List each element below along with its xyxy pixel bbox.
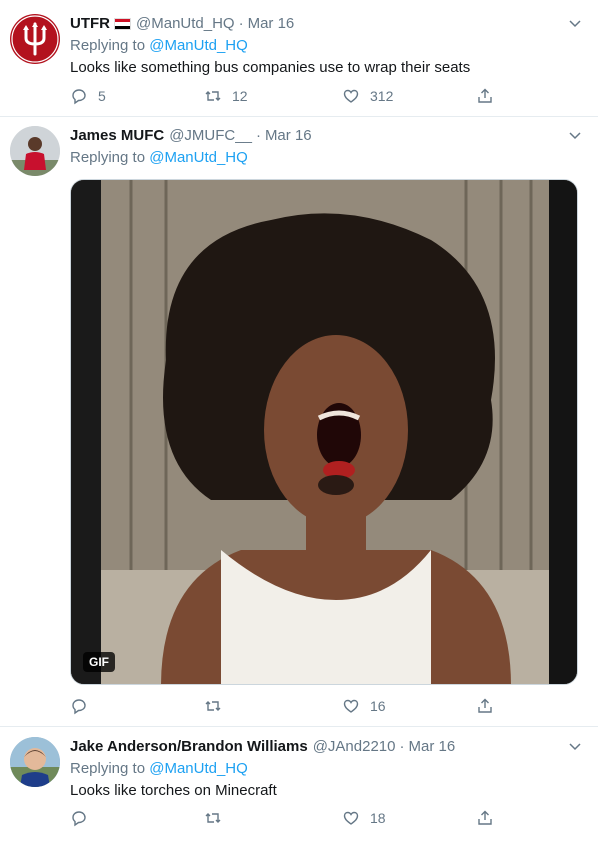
reply-button[interactable] xyxy=(70,696,98,716)
tweet-actions: 18 xyxy=(70,808,510,828)
replying-to-link[interactable]: @ManUtd_HQ xyxy=(149,760,248,777)
display-name[interactable]: UTFR xyxy=(70,14,110,34)
replying-to: Replying to @ManUtd_HQ xyxy=(70,36,578,56)
tweet-actions: 5 12 312 xyxy=(70,86,510,106)
chevron-down-icon[interactable] xyxy=(568,739,582,753)
share-icon xyxy=(478,698,492,713)
share-icon xyxy=(478,810,492,825)
egypt-flag-icon xyxy=(114,18,131,30)
separator-dot: · xyxy=(399,738,405,755)
share-button[interactable] xyxy=(476,86,494,106)
reply-icon xyxy=(72,811,86,827)
reply-count: 5 xyxy=(98,88,106,104)
retweet-button[interactable] xyxy=(204,696,232,716)
retweet-icon xyxy=(205,813,221,823)
gif-media[interactable]: GIF xyxy=(70,179,578,685)
chevron-down-icon[interactable] xyxy=(568,128,582,142)
like-button[interactable]: 16 xyxy=(342,696,386,716)
retweet-icon xyxy=(205,91,221,101)
user-photo xyxy=(10,737,60,787)
timestamp[interactable]: Mar 16 xyxy=(265,126,312,146)
tweet-actions: 16 xyxy=(70,696,510,716)
replying-to: Replying to @ManUtd_HQ xyxy=(70,148,578,168)
display-name[interactable]: James MUFC xyxy=(70,126,164,146)
chevron-down-icon[interactable] xyxy=(568,16,582,30)
heart-icon xyxy=(343,89,359,103)
heart-icon xyxy=(343,699,359,713)
reply-icon xyxy=(72,89,86,105)
replying-prefix: Replying to xyxy=(70,37,146,54)
tweet-header: UTFR @ManUtd_HQ · Mar 16 xyxy=(70,14,578,34)
like-button[interactable]: 312 xyxy=(342,86,393,106)
reaction-gif-image xyxy=(71,180,577,684)
retweet-icon xyxy=(205,701,221,711)
avatar[interactable] xyxy=(10,14,60,64)
like-count: 312 xyxy=(370,88,394,104)
tweet-utfr[interactable]: UTFR @ManUtd_HQ · Mar 16 Replying to @Ma… xyxy=(0,0,598,117)
share-button[interactable] xyxy=(476,696,494,716)
replying-to-link[interactable]: @ManUtd_HQ xyxy=(149,37,248,54)
reply-icon xyxy=(72,699,86,715)
replying-to: Replying to @ManUtd_HQ xyxy=(70,759,578,779)
avatar[interactable] xyxy=(10,737,60,787)
avatar[interactable] xyxy=(10,126,60,176)
heart-icon xyxy=(343,811,359,825)
trident-logo-icon xyxy=(11,15,59,63)
tweet-james-mufc[interactable]: James MUFC @JMUFC__ · Mar 16 Replying to… xyxy=(0,117,598,727)
timestamp[interactable]: Mar 16 xyxy=(248,14,295,34)
timestamp[interactable]: Mar 16 xyxy=(409,737,456,757)
tweet-jake-anderson[interactable]: Jake Anderson/Brandon Williams @JAnd2210… xyxy=(0,727,598,841)
separator-dot: · xyxy=(238,15,244,32)
reply-button[interactable] xyxy=(70,808,98,828)
tweet-header: James MUFC @JMUFC__ · Mar 16 xyxy=(70,126,578,146)
retweet-button[interactable]: 12 xyxy=(204,86,248,106)
reply-button[interactable]: 5 xyxy=(70,86,106,106)
tweet-header: Jake Anderson/Brandon Williams @JAnd2210… xyxy=(70,737,578,757)
retweet-count: 12 xyxy=(232,88,248,104)
retweet-button[interactable] xyxy=(204,808,232,828)
replying-prefix: Replying to xyxy=(70,149,146,166)
separator-dot: · xyxy=(255,127,261,144)
share-button[interactable] xyxy=(476,808,494,828)
replying-prefix: Replying to xyxy=(70,760,146,777)
replying-to-link[interactable]: @ManUtd_HQ xyxy=(149,149,248,166)
tweet-text: Looks like something bus companies use t… xyxy=(70,59,471,76)
share-icon xyxy=(478,88,492,103)
username[interactable]: @JAnd2210 xyxy=(313,737,396,757)
user-photo xyxy=(10,126,60,176)
like-button[interactable]: 18 xyxy=(342,808,386,828)
like-count: 18 xyxy=(370,810,386,826)
like-count: 16 xyxy=(370,698,386,714)
username[interactable]: @JMUFC__ xyxy=(169,126,252,146)
username[interactable]: @ManUtd_HQ xyxy=(136,14,235,34)
gif-badge: GIF xyxy=(83,652,115,672)
display-name[interactable]: Jake Anderson/Brandon Williams xyxy=(70,737,308,757)
tweet-text: Looks like torches on Minecraft xyxy=(70,782,277,799)
